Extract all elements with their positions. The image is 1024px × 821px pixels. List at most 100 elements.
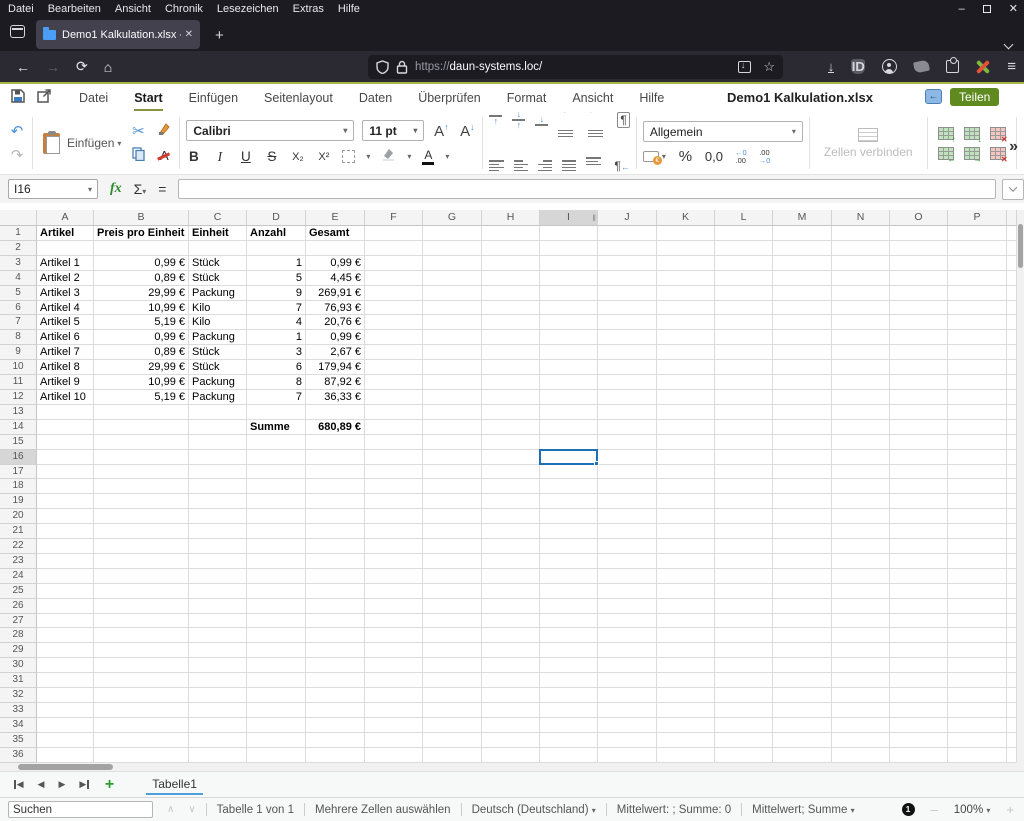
menu-icon[interactable]: ≡ xyxy=(1007,58,1016,75)
cell-P14[interactable] xyxy=(948,420,1007,435)
cell-I23[interactable] xyxy=(540,554,598,569)
cell-D11[interactable]: 8 xyxy=(247,375,306,390)
cell-D24[interactable] xyxy=(247,569,306,584)
cell-J29[interactable] xyxy=(598,643,657,658)
cell-H32[interactable] xyxy=(482,688,540,703)
cell-K35[interactable] xyxy=(657,733,715,748)
cell-x36[interactable] xyxy=(1007,748,1017,763)
cell-H34[interactable] xyxy=(482,718,540,733)
cell-x24[interactable] xyxy=(1007,569,1017,584)
cell-I32[interactable] xyxy=(540,688,598,703)
cell-M1[interactable] xyxy=(773,226,832,241)
cell-name-box[interactable]: I16▾ xyxy=(8,179,98,199)
cell-C20[interactable] xyxy=(189,509,247,524)
cell-I13[interactable] xyxy=(540,405,598,420)
cell-N27[interactable] xyxy=(832,614,890,629)
cell-K27[interactable] xyxy=(657,614,715,629)
share-button[interactable]: Teilen xyxy=(950,88,999,106)
cell-L24[interactable] xyxy=(715,569,773,584)
cell-O36[interactable] xyxy=(890,748,948,763)
cell-C15[interactable] xyxy=(189,435,247,450)
row-header-29[interactable]: 29 xyxy=(0,643,37,658)
decrease-indent-icon[interactable]: ← xyxy=(588,112,608,140)
editor-menu-einfügen[interactable]: Einfügen xyxy=(189,86,238,111)
cell-M4[interactable] xyxy=(773,271,832,286)
minimize-icon[interactable]: – xyxy=(959,3,965,15)
cell-M11[interactable] xyxy=(773,375,832,390)
row-header-32[interactable]: 32 xyxy=(0,688,37,703)
cell-O23[interactable] xyxy=(890,554,948,569)
cell-E7[interactable]: 20,76 € xyxy=(306,315,365,330)
cell-I28[interactable] xyxy=(540,628,598,643)
cell-H6[interactable] xyxy=(482,301,540,316)
cell-N5[interactable] xyxy=(832,286,890,301)
cell-K34[interactable] xyxy=(657,718,715,733)
cell-H17[interactable] xyxy=(482,465,540,480)
cell-D14[interactable]: Summe xyxy=(247,420,306,435)
cell-K23[interactable] xyxy=(657,554,715,569)
tab-close-icon[interactable]: ✕ xyxy=(185,29,193,40)
cell-D26[interactable] xyxy=(247,599,306,614)
justify-icon[interactable] xyxy=(562,159,576,172)
formula-equals-icon[interactable]: = xyxy=(158,181,166,197)
delete-rows-icon[interactable]: ✕ xyxy=(990,127,1006,140)
cell-N12[interactable] xyxy=(832,390,890,405)
cell-H20[interactable] xyxy=(482,509,540,524)
cell-H11[interactable] xyxy=(482,375,540,390)
cell-J17[interactable] xyxy=(598,465,657,480)
cell-M34[interactable] xyxy=(773,718,832,733)
cell-G2[interactable] xyxy=(423,241,482,256)
cell-N30[interactable] xyxy=(832,658,890,673)
cell-P5[interactable] xyxy=(948,286,1007,301)
url-bar[interactable]: https://daun-systems.loc/ ☆ xyxy=(368,55,783,79)
cell-E31[interactable] xyxy=(306,673,365,688)
cell-B9[interactable]: 0,89 € xyxy=(94,345,189,360)
cell-M14[interactable] xyxy=(773,420,832,435)
cell-P22[interactable] xyxy=(948,539,1007,554)
cell-L14[interactable] xyxy=(715,420,773,435)
cell-M31[interactable] xyxy=(773,673,832,688)
cell-P13[interactable] xyxy=(948,405,1007,420)
cell-C27[interactable] xyxy=(189,614,247,629)
cell-N20[interactable] xyxy=(832,509,890,524)
cell-H29[interactable] xyxy=(482,643,540,658)
cell-G1[interactable] xyxy=(423,226,482,241)
cell-x11[interactable] xyxy=(1007,375,1017,390)
status-item-2[interactable]: Deutsch (Deutschland) ▾ xyxy=(472,804,596,816)
cell-C12[interactable]: Packung xyxy=(189,390,247,405)
row-header-11[interactable]: 11 xyxy=(0,375,37,390)
cell-N29[interactable] xyxy=(832,643,890,658)
cell-K19[interactable] xyxy=(657,494,715,509)
cell-H36[interactable] xyxy=(482,748,540,763)
cell-A2[interactable] xyxy=(37,241,94,256)
column-header-N[interactable]: N xyxy=(832,210,890,225)
cell-K13[interactable] xyxy=(657,405,715,420)
cell-I3[interactable] xyxy=(540,256,598,271)
browser-menu-hilfe[interactable]: Hilfe xyxy=(338,3,360,15)
cell-N26[interactable] xyxy=(832,599,890,614)
cell-G19[interactable] xyxy=(423,494,482,509)
copy-icon[interactable] xyxy=(129,146,147,165)
cell-P9[interactable] xyxy=(948,345,1007,360)
cell-J4[interactable] xyxy=(598,271,657,286)
cell-P16[interactable] xyxy=(948,450,1007,465)
number-format-select[interactable]: Allgemein▾ xyxy=(643,121,803,142)
cell-B6[interactable]: 10,99 € xyxy=(94,301,189,316)
cell-C21[interactable] xyxy=(189,524,247,539)
cell-x33[interactable] xyxy=(1007,703,1017,718)
cell-G18[interactable] xyxy=(423,479,482,494)
cell-K9[interactable] xyxy=(657,345,715,360)
cell-K11[interactable] xyxy=(657,375,715,390)
cell-K29[interactable] xyxy=(657,643,715,658)
cell-B15[interactable] xyxy=(94,435,189,450)
cell-C3[interactable]: Stück xyxy=(189,256,247,271)
cell-C24[interactable] xyxy=(189,569,247,584)
cell-E33[interactable] xyxy=(306,703,365,718)
cell-P36[interactable] xyxy=(948,748,1007,763)
cell-K28[interactable] xyxy=(657,628,715,643)
cell-J3[interactable] xyxy=(598,256,657,271)
sheet-tab-tabelle1[interactable]: Tabelle1 xyxy=(146,774,203,795)
cell-E25[interactable] xyxy=(306,584,365,599)
cell-L15[interactable] xyxy=(715,435,773,450)
cell-A1[interactable]: Artikel xyxy=(37,226,94,241)
